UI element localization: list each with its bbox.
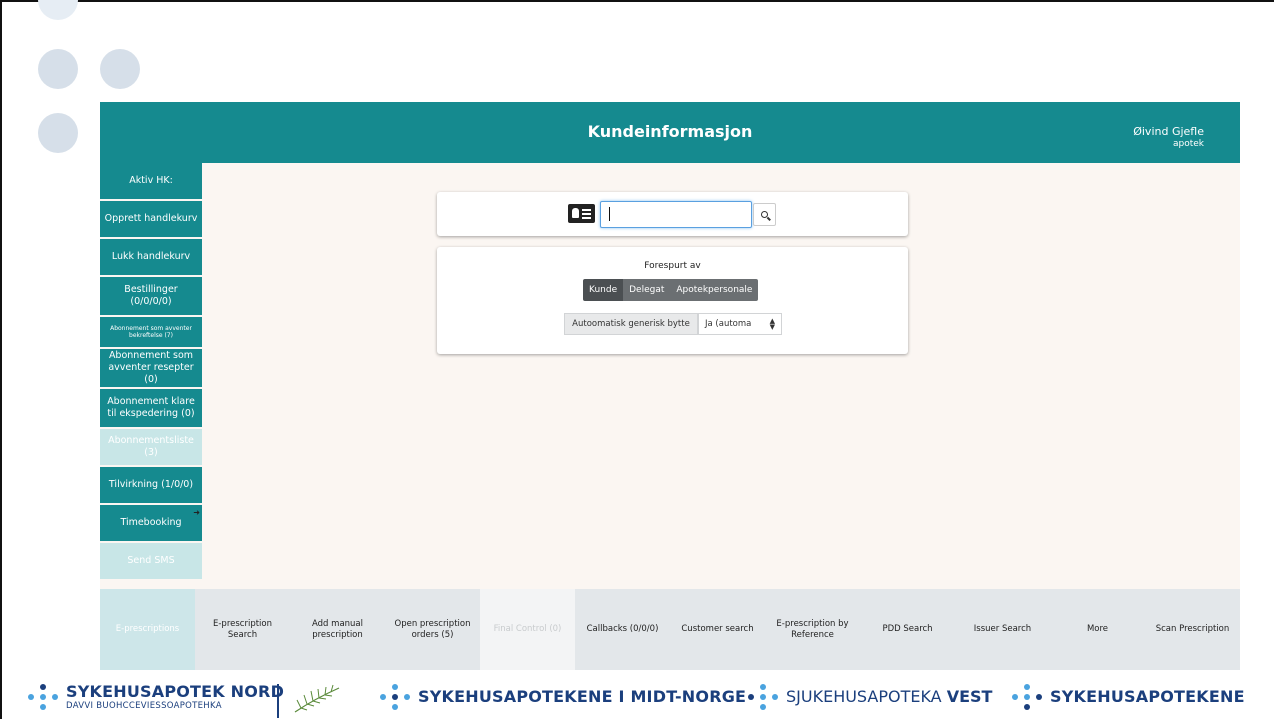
text-caret	[609, 207, 610, 221]
tab-final-control: Final Control (0)	[480, 589, 575, 670]
user-role: apotek	[1172, 139, 1204, 149]
sidebar-item-label: Abonnement som avventer resepter (0)	[108, 350, 194, 385]
decor-circle	[38, 0, 78, 20]
logo-name: SYKEHUSAPOTEK NORD	[66, 682, 285, 701]
requested-by-kunde-button[interactable]: Kunde	[583, 279, 624, 301]
logo-sjukehusapoteka-vest: SJUKEHUSAPOTEKA VEST	[746, 672, 992, 721]
customer-search-panel	[437, 192, 908, 236]
sidebar-item-label: Tilvirkning (1/0/0)	[108, 479, 194, 490]
search-button[interactable]	[753, 203, 776, 226]
page-title: Kundeinformasjon	[587, 122, 753, 141]
id-card-icon[interactable]	[568, 204, 595, 223]
logo-name-bold: VEST	[946, 687, 993, 706]
search-icon	[761, 211, 768, 218]
requested-by-toggle-group: Kunde Delegat Apotekpersonale	[583, 279, 759, 301]
user-info[interactable]: Øivind Gjefle apotek	[1133, 125, 1204, 151]
logo-name: SYKEHUSAPOTEKENE I MIDT-NORGE	[418, 687, 747, 706]
footer-logos: SYKEHUSAPOTEK NORD DAVVI BUOHCCEVIESSOAP…	[2, 672, 1274, 721]
dots-logo-icon	[26, 682, 60, 712]
tab-open-prescription-orders[interactable]: Open prescription orders (5)	[385, 589, 480, 670]
sidebar-item-label: Opprett handlekurv	[104, 213, 198, 224]
tab-customer-search[interactable]: Customer search	[670, 589, 765, 670]
requested-by-apotekpersonale-button[interactable]: Apotekpersonale	[670, 279, 759, 301]
bottom-tab-bar: E-prescriptions E-prescription Search Ad…	[100, 589, 1240, 670]
logo-divider	[277, 684, 279, 718]
sidebar-item-create-cart[interactable]: Opprett handlekurv	[100, 201, 202, 239]
sidebar-item-label: Aktiv HK:	[129, 175, 173, 186]
app-window: Kundeinformasjon Øivind Gjefle apotek Ak…	[100, 102, 1240, 670]
sidebar-item-send-sms: Send SMS	[100, 543, 202, 581]
sidebar-item-label: Abonnementsliste (3)	[108, 435, 194, 458]
customer-search-input[interactable]	[600, 201, 752, 228]
logo-name: SJUKEHUSAPOTEKA	[786, 687, 947, 706]
decor-circle	[38, 49, 78, 89]
requested-by-panel: Forespurt av Kunde Delegat Apotekpersona…	[437, 247, 908, 354]
sidebar-item-label: Send SMS	[127, 555, 175, 566]
generic-swap-selected: Ja (automa	[705, 319, 752, 329]
dots-logo-icon	[1010, 682, 1044, 712]
user-name: Øivind Gjefle	[1133, 125, 1204, 138]
sidebar: Aktiv HK: Opprett handlekurv Lukk handle…	[100, 163, 202, 589]
dots-logo-icon	[378, 682, 412, 712]
tab-e-prescription-search[interactable]: E-prescription Search	[195, 589, 290, 670]
decor-circle	[100, 49, 140, 89]
arrow-right-icon: ➜	[193, 508, 200, 517]
logo-sykehusapotekene: SYKEHUSAPOTEKENE	[1010, 672, 1245, 721]
tab-more[interactable]: More	[1050, 589, 1145, 670]
tab-e-prescriptions[interactable]: E-prescriptions	[100, 589, 195, 670]
sidebar-item-subscription-list: Abonnementsliste (3)	[100, 429, 202, 467]
logo-name: SYKEHUSAPOTEKENE	[1050, 687, 1245, 706]
slide: Kundeinformasjon Øivind Gjefle apotek Ak…	[0, 0, 1274, 719]
logo-sykehusapotek-nord: SYKEHUSAPOTEK NORD DAVVI BUOHCCEVIESSOAP…	[26, 672, 284, 721]
sidebar-item-label: Lukk handlekurv	[111, 251, 191, 262]
sidebar-item-subscription-ready[interactable]: Abonnement klare til ekspedering (0)	[100, 389, 202, 429]
sidebar-item-label: Bestillinger (0/0/0/0)	[124, 284, 178, 307]
sidebar-item-label: Abonnement som avventer bekreftelse (7)	[110, 325, 192, 339]
tab-issuer-search[interactable]: Issuer Search	[955, 589, 1050, 670]
logo-midt-norge: SYKEHUSAPOTEKENE I MIDT-NORGE	[378, 672, 746, 721]
tab-scan-prescription[interactable]: Scan Prescription	[1145, 589, 1240, 670]
generic-swap-select[interactable]: Ja (automa ▲ ▼	[698, 313, 782, 335]
tab-pdd-search[interactable]: PDD Search	[860, 589, 955, 670]
tab-e-prescription-by-reference[interactable]: E-prescription by Reference	[765, 589, 860, 670]
select-updown-icon: ▲ ▼	[769, 317, 775, 331]
sidebar-item-subscription-awaiting-confirmation[interactable]: Abonnement som avventer bekreftelse (7)	[100, 317, 202, 349]
sidebar-item-subscription-awaiting-prescriptions[interactable]: Abonnement som avventer resepter (0)	[100, 349, 202, 389]
plant-logo-icon	[294, 684, 340, 713]
generic-swap-label: Autoomatisk generisk bytte	[564, 313, 698, 335]
sidebar-item-label: Timebooking	[120, 517, 182, 528]
logo-subtitle: DAVVI BUOHCCEVIESSOAPOTEHKA	[66, 701, 222, 711]
dots-logo-icon	[746, 682, 780, 712]
sidebar-item-active-cart: Aktiv HK:	[100, 163, 202, 201]
sidebar-item-close-cart[interactable]: Lukk handlekurv	[100, 239, 202, 277]
sidebar-item-orders[interactable]: Bestillinger (0/0/0/0)	[100, 277, 202, 317]
sidebar-item-label: Abonnement klare til ekspedering (0)	[107, 396, 195, 419]
tab-callbacks[interactable]: Callbacks (0/0/0)	[575, 589, 670, 670]
app-header: Kundeinformasjon Øivind Gjefle apotek	[100, 102, 1240, 163]
decor-circle	[38, 113, 78, 153]
sidebar-item-timebooking[interactable]: Timebooking ➜	[100, 505, 202, 543]
sidebar-item-manufacturing[interactable]: Tilvirkning (1/0/0)	[100, 467, 202, 505]
requested-by-delegat-button[interactable]: Delegat	[623, 279, 671, 301]
tab-add-manual-prescription[interactable]: Add manual prescription	[290, 589, 385, 670]
requested-by-label: Forespurt av	[644, 261, 701, 271]
